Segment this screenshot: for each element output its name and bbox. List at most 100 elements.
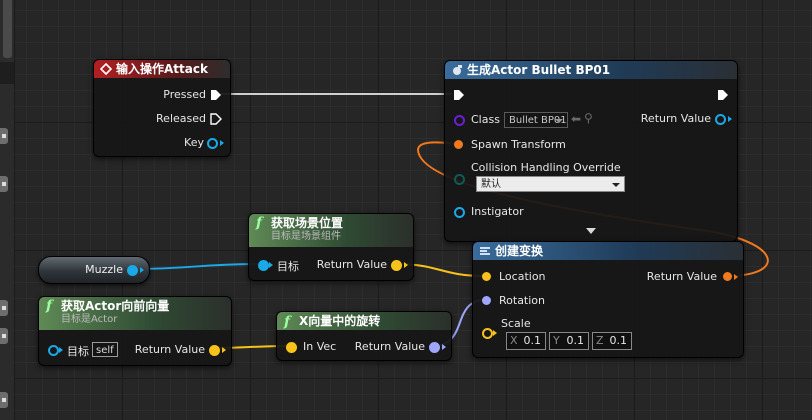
axis-label: X: [510, 334, 518, 347]
released-pin-label: Released: [156, 112, 206, 125]
key-pin[interactable]: [207, 138, 218, 149]
make-struct-icon: [480, 247, 490, 255]
target-label: 目标: [277, 260, 299, 273]
spawn-icon: [453, 65, 462, 75]
pressed-pin-label: Pressed: [163, 88, 206, 101]
return-value-label: Return Value: [134, 343, 205, 356]
function-icon: f: [46, 298, 53, 314]
exec-out-pin[interactable]: [717, 89, 729, 101]
target-label: 目标: [67, 345, 89, 358]
pressed-exec-pin[interactable]: [210, 89, 222, 101]
return-value-label: Return Value: [646, 270, 717, 283]
return-value-pin[interactable]: [391, 260, 402, 271]
pin-arrow: [269, 262, 273, 268]
axis-value: 0.1: [566, 334, 585, 347]
return-value-label: Return Value: [354, 340, 425, 353]
muzzle-output-pin[interactable]: [127, 265, 138, 276]
panel-tab[interactable]: [0, 128, 8, 144]
expand-advanced-icon[interactable]: [586, 228, 596, 234]
node-title: 输入操作Attack: [116, 62, 208, 76]
make-transform-node[interactable]: 创建变换 Location Return Value Rotation Scal…: [472, 241, 744, 358]
pin-arrow: [442, 344, 446, 350]
in-vec-pin[interactable]: [286, 342, 297, 353]
spawn-actor-node[interactable]: 生成Actor Bullet BP01 Class Bullet BP01 ⬅ …: [444, 60, 738, 242]
node-header: f 获取Actor向前向量 目标是Actor: [39, 297, 231, 330]
scale-y-input[interactable]: Y 0.1: [549, 332, 589, 350]
node-header: f 获取场景位置 目标是场景组件: [249, 214, 413, 247]
input-action-node[interactable]: 输入操作Attack Pressed Released Key: [93, 59, 231, 157]
pin-arrow: [493, 330, 497, 336]
pin-arrow: [220, 140, 224, 146]
exec-in-pin[interactable]: [453, 89, 465, 101]
axis-label: Z: [596, 334, 604, 347]
return-value-pin[interactable]: [429, 342, 440, 353]
panel-tab[interactable]: [0, 392, 8, 408]
key-pin-label: Key: [184, 136, 204, 149]
axis-value: 0.1: [609, 334, 628, 347]
return-value-pin[interactable]: [723, 272, 732, 281]
spawn-transform-label: Spawn Transform: [471, 138, 566, 151]
location-pin[interactable]: [482, 272, 491, 281]
node-title: 生成Actor Bullet BP01: [467, 63, 611, 77]
scale-pin[interactable]: [482, 328, 493, 339]
node-title: 获取Actor向前向量: [61, 299, 170, 313]
get-world-location-node[interactable]: f 获取场景位置 目标是场景组件 目标 Return Value: [248, 213, 414, 281]
use-selected-arrow-icon[interactable]: ⬅: [571, 112, 581, 126]
input-action-icon: [100, 63, 112, 75]
pin-arrow: [734, 274, 738, 280]
axis-value: 0.1: [523, 334, 542, 347]
scale-x-input[interactable]: X 0.1: [506, 332, 546, 350]
scale-z-input[interactable]: Z 0.1: [592, 332, 632, 350]
scale-label: Scale: [501, 317, 531, 330]
node-title: 获取场景位置: [271, 216, 344, 230]
in-vec-label: In Vec: [303, 340, 337, 353]
spawn-transform-pin[interactable]: [454, 140, 463, 149]
muzzle-wire: [131, 263, 263, 270]
collision-pin[interactable]: [454, 174, 465, 185]
rotation-from-x-node[interactable]: f X向量中的旋转 In Vec Return Value: [276, 311, 452, 361]
location-label: Location: [499, 270, 546, 283]
node-header: f X向量中的旋转: [277, 312, 451, 330]
panel-strip: [0, 62, 14, 84]
class-select[interactable]: Bullet BP01: [504, 112, 568, 128]
panel-scrollbar[interactable]: [3, 0, 12, 58]
axis-label: Y: [553, 334, 560, 347]
collision-select[interactable]: 默认: [476, 176, 625, 192]
function-icon: f: [284, 314, 291, 330]
target-pin[interactable]: [48, 345, 59, 356]
panel-tab[interactable]: [0, 328, 8, 344]
class-pin[interactable]: [454, 115, 465, 126]
pin-arrow: [59, 347, 63, 353]
node-subtitle: 目标是Actor: [61, 314, 118, 325]
node-subtitle: 目标是场景组件: [271, 231, 341, 242]
collision-select-value: 默认: [481, 179, 501, 190]
left-panel-edge: [0, 0, 15, 420]
node-header: 创建变换: [473, 242, 743, 260]
instigator-pin[interactable]: [454, 207, 465, 218]
panel-tab[interactable]: [0, 300, 8, 316]
muzzle-variable-node[interactable]: Muzzle: [38, 256, 150, 284]
get-forward-vector-node[interactable]: f 获取Actor向前向量 目标是Actor 目标 self Return Va…: [38, 296, 232, 366]
node-title: X向量中的旋转: [299, 314, 381, 328]
variable-name: Muzzle: [85, 263, 123, 276]
return-value-label: Return Value: [640, 112, 711, 125]
target-pin[interactable]: [258, 260, 269, 271]
pin-arrow: [404, 262, 408, 268]
pin-arrow: [140, 267, 144, 273]
return-value-label: Return Value: [316, 258, 387, 271]
target-self-value: self: [92, 342, 118, 357]
rotation-pin[interactable]: [482, 296, 491, 305]
return-value-pin[interactable]: [715, 114, 726, 125]
pin-arrow: [728, 116, 732, 122]
instigator-label: Instigator: [471, 205, 524, 218]
panel-tab[interactable]: [0, 176, 8, 192]
return-value-pin[interactable]: [209, 345, 220, 356]
browse-search-icon[interactable]: ⚲: [584, 111, 593, 125]
pin-arrow: [222, 347, 226, 353]
rotation-label: Rotation: [499, 294, 546, 307]
node-title: 创建变换: [495, 244, 544, 258]
released-exec-pin[interactable]: [210, 113, 222, 125]
node-header: 生成Actor Bullet BP01: [445, 61, 737, 79]
chevron-down-icon: [555, 119, 563, 123]
node-header: 输入操作Attack: [94, 60, 230, 78]
